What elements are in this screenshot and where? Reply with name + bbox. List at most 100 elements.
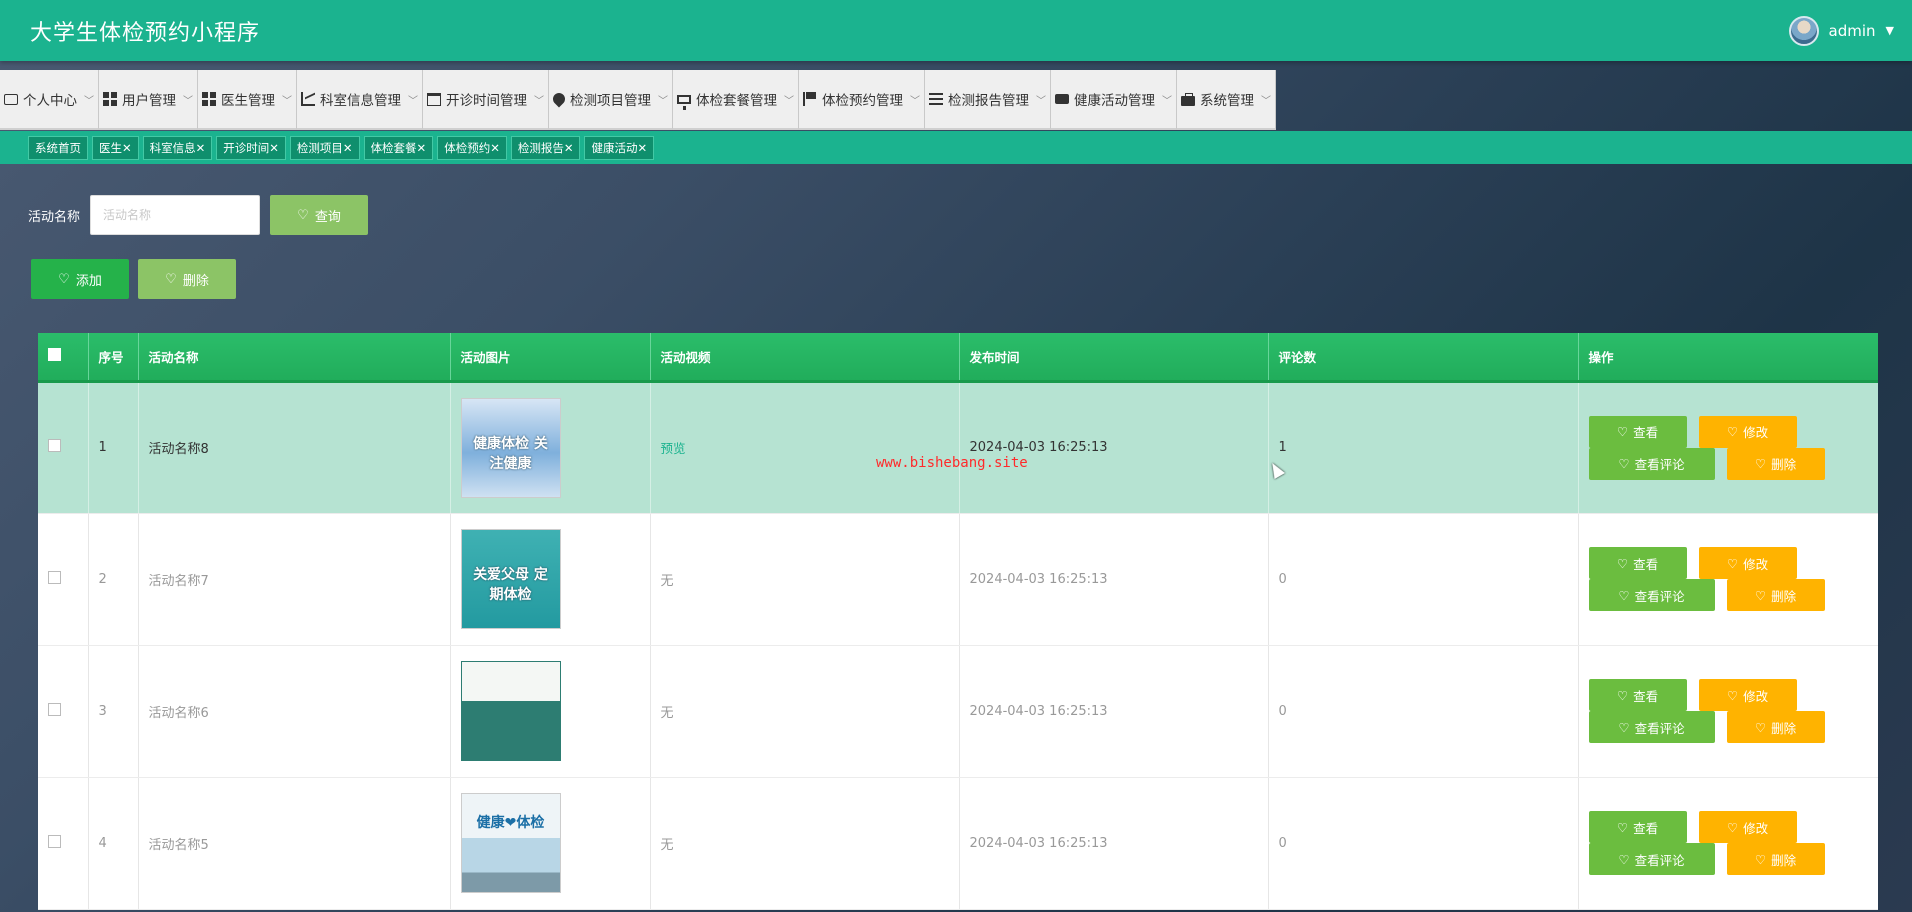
- row-checkbox[interactable]: [48, 439, 61, 452]
- caret-down-icon[interactable]: ▼: [1886, 24, 1894, 37]
- row-checkbox[interactable]: [48, 834, 61, 848]
- edit-button[interactable]: ♡ 修改: [1698, 547, 1797, 579]
- button-label: 修改: [1743, 688, 1769, 704]
- view-comments-button[interactable]: ♡ 查看评论: [1588, 447, 1715, 480]
- video-preview-link[interactable]: 预览: [661, 441, 686, 456]
- menu-package-management[interactable]: 体检套餐管理 ﹀: [673, 70, 799, 130]
- view-comments-button[interactable]: ♡ 查看评论: [1588, 843, 1715, 875]
- button-label: 删除: [1771, 720, 1797, 736]
- row-image-cell: 健康❤体检: [450, 777, 651, 910]
- app-title: 大学生体检预约小程序: [30, 20, 261, 46]
- main-menu: 个人中心 ﹀ 用户管理 ﹀ 医生管理 ﹀ 科室信息管理 ﹀ 开诊时间管理 ﹀ 检…: [0, 70, 1276, 130]
- tag-package[interactable]: 体检套餐✕: [363, 135, 434, 160]
- checkbox-cell: [38, 777, 89, 910]
- table-row[interactable]: 1 活动名称8 健康体检 关注健康 预览 2024-04-03 16:25:13…: [38, 381, 1878, 514]
- user-menu[interactable]: admin ▼: [1788, 15, 1894, 46]
- checkbox-cell: [38, 381, 89, 514]
- menu-report-management[interactable]: 检测报告管理 ﹀: [925, 70, 1051, 130]
- batch-delete-button[interactable]: ♡ 删除: [138, 259, 236, 299]
- row-checkbox[interactable]: [48, 702, 61, 716]
- tag-clinic-time[interactable]: 开诊时间✕: [216, 135, 286, 160]
- tag-doctor[interactable]: 医生✕: [92, 135, 139, 160]
- row-time: 2024-04-03 16:25:13: [959, 645, 1269, 778]
- button-label: 修改: [1743, 425, 1769, 440]
- menu-test-item-management[interactable]: 检测项目管理 ﹀: [549, 70, 673, 130]
- button-label: 查看评论: [1634, 852, 1685, 868]
- delete-button[interactable]: ♡ 删除: [1726, 711, 1825, 743]
- view-button[interactable]: ♡ 查看: [1588, 415, 1687, 448]
- tag-report[interactable]: 检测报告✕: [510, 135, 581, 160]
- username[interactable]: admin: [1829, 22, 1876, 40]
- tag-home[interactable]: 系统首页: [28, 135, 88, 160]
- delete-button[interactable]: ♡ 删除: [1726, 843, 1825, 875]
- menu-health-activity-management[interactable]: 健康活动管理 ﹀: [1051, 70, 1177, 130]
- row-index: 3: [88, 645, 139, 778]
- button-label: 查看评论: [1634, 457, 1685, 472]
- menu-appointment-management[interactable]: 体检预约管理 ﹀: [799, 70, 925, 130]
- view-button[interactable]: ♡ 查看: [1588, 811, 1687, 843]
- row-time: 2024-04-03 16:25:13: [959, 513, 1269, 646]
- row-actions: ♡ 查看 ♡ 修改 ♡ 查看评论 ♡ 删除: [1578, 777, 1878, 910]
- select-all-checkbox[interactable]: [48, 348, 61, 362]
- query-button[interactable]: ♡ 查询: [270, 195, 369, 235]
- row-time: 2024-04-03 16:25:13: [959, 777, 1269, 910]
- view-comments-button[interactable]: ♡ 查看评论: [1588, 711, 1715, 743]
- column-header: 活动图片: [450, 333, 651, 383]
- checkbox-cell: [38, 513, 89, 646]
- table-row[interactable]: 3 活动名称6 无 2024-04-03 16:25:13 0 ♡ 查看 ♡ 修改 …: [38, 645, 1878, 778]
- tag-health-activity[interactable]: 健康活动✕: [584, 135, 655, 160]
- chevron-down-icon: ﹀: [183, 95, 193, 107]
- button-label: 删除: [1771, 588, 1797, 604]
- heart-icon: ♡: [1618, 587, 1630, 603]
- edit-button[interactable]: ♡ 修改: [1698, 811, 1797, 843]
- table-row[interactable]: 4 活动名称5 健康❤体检 无 2024-04-03 16:25:13 0 ♡ 查…: [38, 777, 1878, 910]
- row-checkbox[interactable]: [48, 570, 61, 584]
- activity-image[interactable]: 健康❤体检: [460, 793, 561, 893]
- button-label: 修改: [1743, 820, 1769, 836]
- avatar[interactable]: [1788, 15, 1819, 46]
- button-label: 删除: [1771, 457, 1797, 472]
- row-video: 无: [650, 777, 960, 910]
- activity-image[interactable]: [460, 661, 561, 761]
- tag-department[interactable]: 科室信息✕: [142, 135, 213, 160]
- delete-button[interactable]: ♡ 删除: [1726, 447, 1825, 480]
- row-name: 活动名称5: [138, 777, 451, 910]
- row-image-cell: 关爱父母 定期体检: [450, 513, 651, 646]
- add-button[interactable]: ♡ 添加: [31, 259, 129, 299]
- select-all-cell[interactable]: [38, 333, 89, 383]
- menu-label: 个人中心: [23, 93, 77, 109]
- menu-department-management[interactable]: 科室信息管理 ﹀: [297, 70, 423, 130]
- edit-button[interactable]: ♡ 修改: [1698, 679, 1797, 711]
- menu-user-management[interactable]: 用户管理 ﹀: [99, 70, 198, 130]
- view-button[interactable]: ♡ 查看: [1588, 679, 1687, 711]
- heart-icon: ♡: [1616, 555, 1629, 571]
- list-icon: [929, 92, 943, 106]
- menu-doctor-management[interactable]: 医生管理 ﹀: [198, 70, 297, 130]
- menu-clinic-time-management[interactable]: 开诊时间管理 ﹀: [423, 70, 549, 130]
- row-comments: 0: [1268, 513, 1579, 646]
- button-label: 添加: [75, 273, 102, 289]
- heart-icon: ♡: [1754, 719, 1767, 735]
- menu-label: 体检套餐管理: [696, 93, 777, 109]
- menu-personal-center[interactable]: 个人中心 ﹀: [0, 70, 99, 130]
- row-video: 无: [650, 513, 960, 646]
- activity-image[interactable]: 健康体检 关注健康: [460, 397, 561, 498]
- view-button[interactable]: ♡ 查看: [1588, 547, 1687, 579]
- grid-icon: [202, 92, 216, 106]
- heart-icon: ♡: [1618, 456, 1630, 471]
- table-row[interactable]: 2 活动名称7 关爱父母 定期体检 无 2024-04-03 16:25:13 …: [38, 513, 1878, 646]
- view-comments-button[interactable]: ♡ 查看评论: [1588, 579, 1715, 611]
- tag-test-item[interactable]: 检测项目✕: [289, 135, 360, 160]
- menu-system-management[interactable]: 系统管理 ﹀: [1177, 70, 1276, 130]
- heart-icon: ♡: [1726, 555, 1739, 571]
- tag-appointment[interactable]: 体检预约✕: [437, 135, 507, 160]
- column-header: 发布时间: [959, 333, 1269, 383]
- edit-button[interactable]: ♡ 修改: [1698, 415, 1797, 448]
- tab-tags-bar: 系统首页 医生✕ 科室信息✕ 开诊时间✕ 检测项目✕ 体检套餐✕ 体检预约✕ 检…: [0, 131, 1912, 164]
- column-header: 活动视频: [650, 333, 960, 383]
- activity-name-input[interactable]: [90, 195, 261, 235]
- column-header: 评论数: [1268, 333, 1579, 383]
- delete-button[interactable]: ♡ 删除: [1726, 579, 1825, 611]
- row-name: 活动名称7: [138, 513, 451, 646]
- activity-image[interactable]: 关爱父母 定期体检: [460, 529, 561, 629]
